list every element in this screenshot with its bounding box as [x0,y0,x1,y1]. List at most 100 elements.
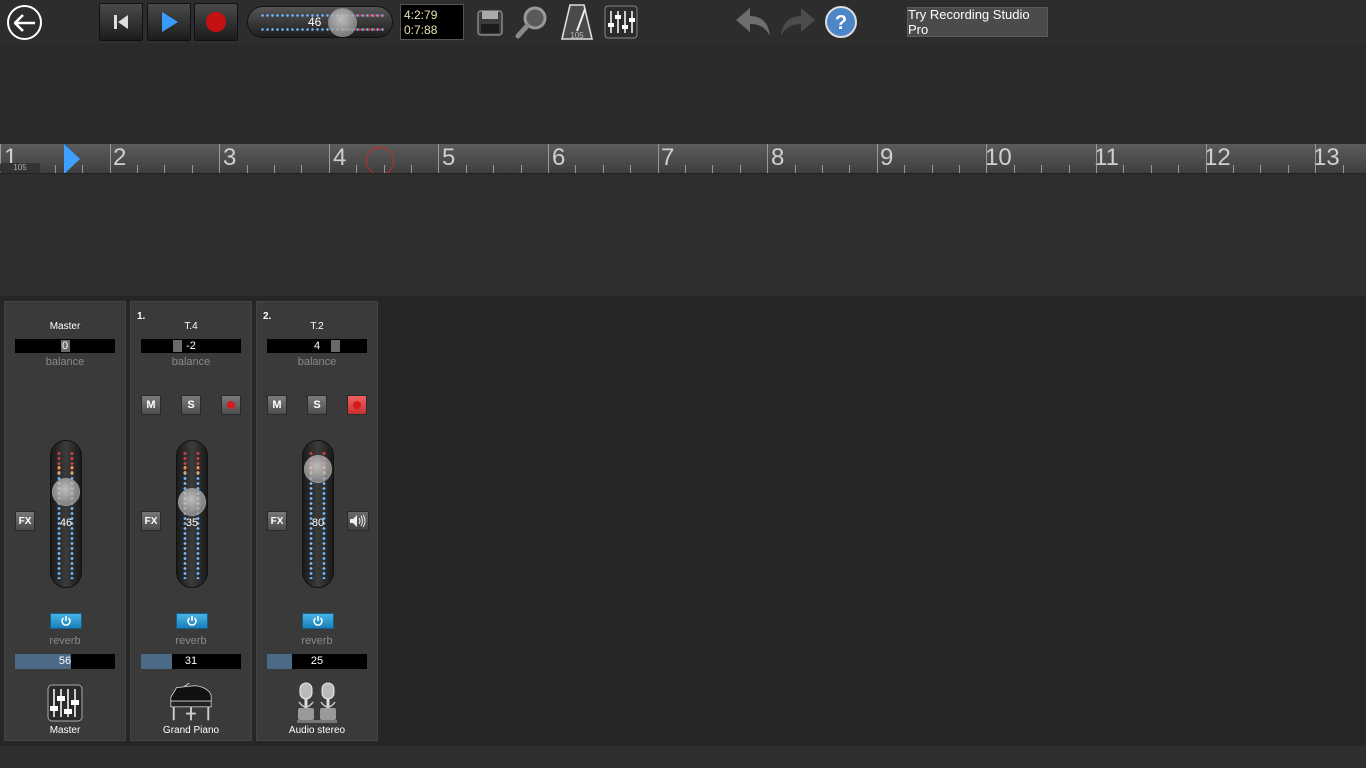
fader-knob[interactable] [52,478,80,506]
mixer-instrument-icon[interactable] [41,683,89,723]
master-volume-slider[interactable]: 46 [247,6,393,38]
speaker-button[interactable] [347,511,369,531]
ruler-tick [164,165,165,173]
reverb-label: reverb [301,635,333,647]
instrument-label: Master [49,725,81,736]
reverb-power-button[interactable] [302,613,334,629]
reverb-value: 56 [58,655,72,667]
zoom-button[interactable] [514,4,550,40]
channel-strip-master: Master 0 balance 46 FX reverb 56 Master [4,301,126,741]
ruler-tick [356,165,357,173]
volume-value: 35 [185,517,199,529]
ruler-tick [1288,165,1289,173]
volume-fader[interactable]: 80 [302,440,334,588]
balance-slider[interactable]: -2 [141,339,241,353]
mute-button[interactable]: M [141,395,161,415]
ruler-tick [1151,165,1152,173]
fx-button[interactable]: FX [15,511,35,531]
playhead-marker[interactable] [64,144,80,173]
loop-marker[interactable] [366,147,394,173]
fx-button[interactable]: FX [141,511,161,531]
skip-to-start-button[interactable] [99,3,143,41]
volume-fader[interactable]: 46 [50,440,82,588]
warm-meter-right [70,465,74,475]
ruler-tempo: 105 [0,163,40,173]
stereo-microphones-icon[interactable] [293,682,341,723]
ruler-mark: 6 [552,144,566,171]
ruler-tick [630,165,631,173]
undo-button[interactable] [733,4,773,40]
save-button[interactable] [472,4,508,40]
timeline-ruler[interactable]: 1 2 3 4 5 6 7 8 9 10 11 12 13 105 [0,144,1366,174]
ruler-tick [1069,165,1070,173]
reverb-value: 25 [310,655,324,667]
reverb-slider[interactable]: 25 [267,654,367,669]
ruler-tick [959,165,960,173]
solo-button[interactable]: S [307,395,327,415]
ruler-tick [795,165,796,173]
metronome-tempo: 105 [570,31,584,40]
ruler-tick [603,165,604,173]
reverb-label: reverb [175,635,207,647]
redo-button[interactable] [778,4,818,40]
reverb-slider[interactable]: 56 [15,654,115,669]
mixer-button[interactable] [603,4,639,40]
ruler-tick [521,165,522,173]
ruler-tick [1096,144,1097,173]
instrument-label: Grand Piano [162,725,220,736]
grand-piano-icon[interactable] [167,683,215,723]
ruler-tick [575,165,576,173]
ruler-tick [493,165,494,173]
balance-value: -2 [186,340,196,352]
ruler-mark: 2 [113,144,127,171]
balance-slider[interactable]: 0 [15,339,115,353]
fader-knob[interactable] [178,488,206,516]
mute-button[interactable]: M [267,395,287,415]
power-icon [313,616,323,626]
ruler-tick [712,165,713,173]
ruler-tick [1178,165,1179,173]
metronome-button[interactable]: 105 [559,4,595,40]
reverb-label: reverb [49,635,81,647]
ruler-mark: 13 [1313,144,1340,171]
solo-button[interactable]: S [181,395,201,415]
record-icon [353,401,361,409]
volume-value: 46 [59,517,73,529]
upper-area [0,44,1366,144]
record-arm-button[interactable] [221,395,241,415]
mixer-icon [604,5,638,39]
power-icon [61,616,71,626]
volume-fader[interactable]: 35 [176,440,208,588]
record-button[interactable] [194,3,238,41]
volume-value: 80 [311,517,325,529]
ruler-tick [137,165,138,173]
record-arm-button[interactable] [347,395,367,415]
track-area[interactable] [0,175,1366,296]
fx-button[interactable]: FX [267,511,287,531]
fader-knob[interactable] [304,455,332,483]
reverb-power-button[interactable] [50,613,82,629]
master-volume-value: 46 [308,15,322,29]
channel-name: T.4 [184,321,198,332]
ruler-tick [55,165,56,173]
instrument-label: Audio stereo [288,725,346,736]
ruler-tick [301,165,302,173]
help-button[interactable]: ? [823,4,859,40]
ruler-tick [767,144,768,173]
position-display: 4:2:79 0:7:88 [400,4,464,40]
try-pro-button[interactable]: Try Recording Studio Pro [907,7,1048,37]
reverb-power-button[interactable] [176,613,208,629]
master-volume-knob[interactable] [328,8,357,37]
ruler-tick [1343,165,1344,173]
reverb-slider[interactable]: 31 [141,654,241,669]
balance-slider[interactable]: 4 [267,339,367,353]
warm-meter-right [196,465,200,475]
ruler-tick [1041,165,1042,173]
ruler-mark: 5 [442,144,456,171]
ruler-mark: 12 [1204,144,1231,171]
balance-value: 4 [313,340,321,352]
undo-icon [736,8,770,36]
back-arrow-icon[interactable] [7,5,42,40]
reverb-value: 31 [184,655,198,667]
play-button[interactable] [147,3,191,41]
